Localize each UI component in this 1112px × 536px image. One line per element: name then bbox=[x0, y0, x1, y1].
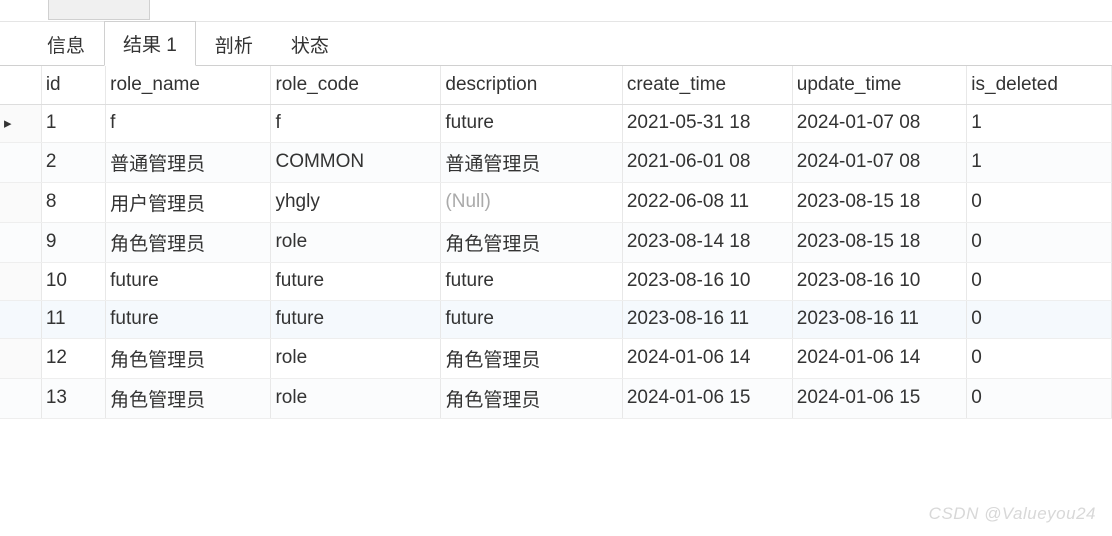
cell-update-time[interactable]: 2023-08-16 10 bbox=[792, 262, 967, 300]
tab-0[interactable]: 信息 bbox=[28, 22, 104, 66]
table-row[interactable]: 11futurefuturefuture2023-08-16 112023-08… bbox=[0, 300, 1112, 338]
cell-is-deleted[interactable]: 0 bbox=[967, 222, 1112, 262]
cell-update-time[interactable]: 2024-01-07 08 bbox=[792, 142, 967, 182]
cell-role-code[interactable]: future bbox=[271, 262, 441, 300]
tab-2[interactable]: 剖析 bbox=[196, 22, 272, 66]
cell-create-time[interactable]: 2024-01-06 15 bbox=[622, 378, 792, 418]
col-header-role-code[interactable]: role_code bbox=[271, 66, 441, 104]
cell-update-time[interactable]: 2023-08-16 11 bbox=[792, 300, 967, 338]
col-header-create-time[interactable]: create_time bbox=[622, 66, 792, 104]
table-row[interactable]: 8用户管理员yhgly(Null)2022-06-08 112023-08-15… bbox=[0, 182, 1112, 222]
tab-1[interactable]: 结果 1 bbox=[104, 21, 196, 66]
cell-description[interactable]: 角色管理员 bbox=[441, 378, 622, 418]
cell-id[interactable]: 2 bbox=[41, 142, 105, 182]
row-gutter[interactable] bbox=[0, 262, 41, 300]
row-gutter[interactable] bbox=[0, 300, 41, 338]
table-row[interactable]: 10futurefuturefuture2023-08-16 102023-08… bbox=[0, 262, 1112, 300]
row-gutter[interactable]: ▸ bbox=[0, 104, 41, 142]
cell-role-name[interactable]: future bbox=[106, 300, 271, 338]
table-row[interactable]: 9角色管理员role角色管理员2023-08-14 182023-08-15 1… bbox=[0, 222, 1112, 262]
cell-role-code[interactable]: role bbox=[271, 338, 441, 378]
cell-description[interactable]: future bbox=[441, 300, 622, 338]
row-gutter[interactable] bbox=[0, 378, 41, 418]
cell-description[interactable]: 普通管理员 bbox=[441, 142, 622, 182]
table-row[interactable]: ▸1fffuture2021-05-31 182024-01-07 081 bbox=[0, 104, 1112, 142]
table-row[interactable]: 13角色管理员role角色管理员2024-01-06 152024-01-06 … bbox=[0, 378, 1112, 418]
cell-is-deleted[interactable]: 1 bbox=[967, 104, 1112, 142]
col-header-is-deleted[interactable]: is_deleted bbox=[967, 66, 1112, 104]
cell-role-code[interactable]: role bbox=[271, 378, 441, 418]
row-gutter[interactable] bbox=[0, 338, 41, 378]
table-row[interactable]: 12角色管理员role角色管理员2024-01-06 142024-01-06 … bbox=[0, 338, 1112, 378]
cell-description[interactable]: 角色管理员 bbox=[441, 222, 622, 262]
cell-id[interactable]: 13 bbox=[41, 378, 105, 418]
current-row-indicator-icon: ▸ bbox=[4, 115, 12, 132]
cell-description[interactable]: 角色管理员 bbox=[441, 338, 622, 378]
cell-description[interactable]: future bbox=[441, 262, 622, 300]
top-spacer bbox=[0, 0, 1112, 22]
cell-role-name[interactable]: 角色管理员 bbox=[106, 378, 271, 418]
cell-role-code[interactable]: role bbox=[271, 222, 441, 262]
cell-create-time[interactable]: 2023-08-14 18 bbox=[622, 222, 792, 262]
cell-id[interactable]: 11 bbox=[41, 300, 105, 338]
tab-3[interactable]: 状态 bbox=[272, 22, 348, 66]
cell-role-name[interactable]: 角色管理员 bbox=[106, 222, 271, 262]
gutter-header bbox=[0, 66, 41, 104]
cell-role-code[interactable]: f bbox=[271, 104, 441, 142]
header-row: id role_name role_code description creat… bbox=[0, 66, 1112, 104]
cell-create-time[interactable]: 2023-08-16 11 bbox=[622, 300, 792, 338]
watermark: CSDN @Valueyou24 bbox=[929, 504, 1096, 524]
cell-role-code[interactable]: COMMON bbox=[271, 142, 441, 182]
cell-id[interactable]: 10 bbox=[41, 262, 105, 300]
cell-role-name[interactable]: f bbox=[106, 104, 271, 142]
cell-role-code[interactable]: future bbox=[271, 300, 441, 338]
cell-create-time[interactable]: 2021-06-01 08 bbox=[622, 142, 792, 182]
row-gutter[interactable] bbox=[0, 222, 41, 262]
cell-role-name[interactable]: 用户管理员 bbox=[106, 182, 271, 222]
cell-id[interactable]: 8 bbox=[41, 182, 105, 222]
cell-update-time[interactable]: 2023-08-15 18 bbox=[792, 182, 967, 222]
cell-update-time[interactable]: 2024-01-07 08 bbox=[792, 104, 967, 142]
cell-create-time[interactable]: 2021-05-31 18 bbox=[622, 104, 792, 142]
cell-is-deleted[interactable]: 0 bbox=[967, 378, 1112, 418]
cell-id[interactable]: 12 bbox=[41, 338, 105, 378]
cell-create-time[interactable]: 2024-01-06 14 bbox=[622, 338, 792, 378]
results-grid: id role_name role_code description creat… bbox=[0, 66, 1112, 419]
col-header-role-name[interactable]: role_name bbox=[106, 66, 271, 104]
row-gutter[interactable] bbox=[0, 142, 41, 182]
cell-description[interactable]: (Null) bbox=[441, 182, 622, 222]
cell-create-time[interactable]: 2022-06-08 11 bbox=[622, 182, 792, 222]
cell-id[interactable]: 1 bbox=[41, 104, 105, 142]
cell-is-deleted[interactable]: 1 bbox=[967, 142, 1112, 182]
col-header-update-time[interactable]: update_time bbox=[792, 66, 967, 104]
col-header-description[interactable]: description bbox=[441, 66, 622, 104]
cell-description[interactable]: future bbox=[441, 104, 622, 142]
cell-role-name[interactable]: 角色管理员 bbox=[106, 338, 271, 378]
row-gutter[interactable] bbox=[0, 182, 41, 222]
cell-role-name[interactable]: future bbox=[106, 262, 271, 300]
cell-role-name[interactable]: 普通管理员 bbox=[106, 142, 271, 182]
cell-is-deleted[interactable]: 0 bbox=[967, 338, 1112, 378]
cell-role-code[interactable]: yhgly bbox=[271, 182, 441, 222]
cell-create-time[interactable]: 2023-08-16 10 bbox=[622, 262, 792, 300]
tabs-bar: 信息结果 1剖析状态 bbox=[0, 22, 1112, 66]
cell-is-deleted[interactable]: 0 bbox=[967, 182, 1112, 222]
cell-is-deleted[interactable]: 0 bbox=[967, 300, 1112, 338]
scroll-handle[interactable] bbox=[48, 0, 150, 20]
cell-update-time[interactable]: 2023-08-15 18 bbox=[792, 222, 967, 262]
col-header-id[interactable]: id bbox=[41, 66, 105, 104]
table-row[interactable]: 2普通管理员COMMON普通管理员2021-06-01 082024-01-07… bbox=[0, 142, 1112, 182]
cell-update-time[interactable]: 2024-01-06 14 bbox=[792, 338, 967, 378]
cell-update-time[interactable]: 2024-01-06 15 bbox=[792, 378, 967, 418]
cell-is-deleted[interactable]: 0 bbox=[967, 262, 1112, 300]
cell-id[interactable]: 9 bbox=[41, 222, 105, 262]
